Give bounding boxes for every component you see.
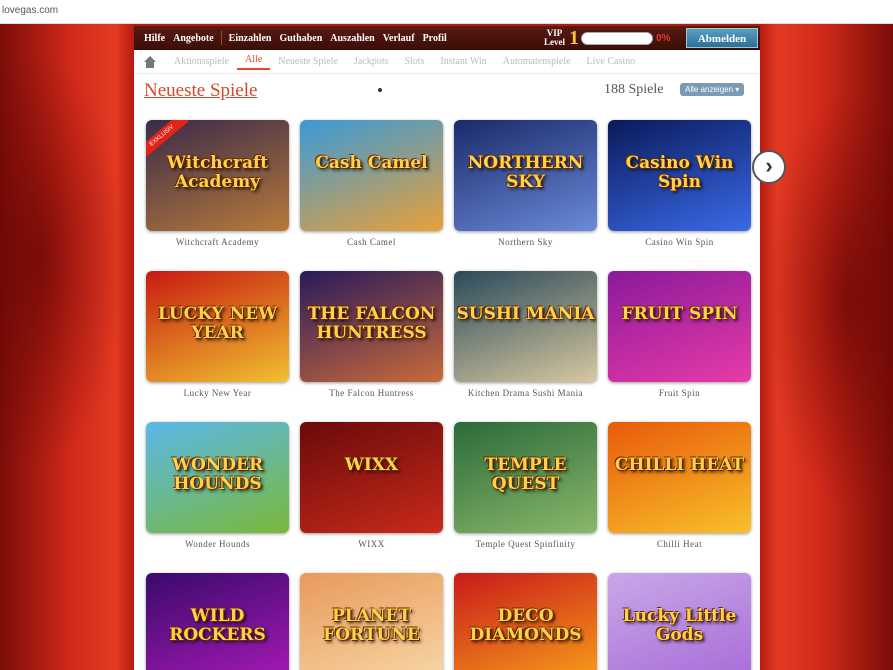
game-card[interactable]: Casino Win Spin Casino Win Spin [608,120,751,247]
game-logo-art: PLANET FORTUNE [323,606,420,645]
game-logo-art: Casino Win Spin [625,153,734,192]
game-title[interactable]: Lucky New Year [146,388,289,398]
game-logo-art: CHILLI HEAT [614,455,745,475]
game-title[interactable]: Casino Win Spin [608,237,751,247]
game-logo-art: Witchcraft Academy [166,153,269,192]
game-title[interactable]: Cash Camel [300,237,443,247]
game-thumbnail[interactable]: FRUIT SPIN [608,271,751,382]
game-card[interactable]: Cash Camel Cash Camel [300,120,443,247]
game-card[interactable]: NORTHERN SKY Northern Sky [454,120,597,247]
tab-all[interactable]: Alle [237,54,271,70]
vip-label-line2: Level [544,37,565,47]
game-thumbnail[interactable]: WILD ROCKERS [146,573,289,670]
game-thumbnail[interactable]: THE FALCON HUNTRESS [300,271,443,382]
game-logo-art: WILD ROCKERS [169,606,266,645]
game-card[interactable]: WIXX WIXX [300,422,443,549]
game-logo-art: Lucky Little Gods [622,606,737,645]
tab-newest-games[interactable]: Neueste Spiele [270,56,346,67]
browser-url[interactable]: lovegas.com [2,5,58,16]
game-thumbnail[interactable]: DECO DIAMONDS [454,573,597,670]
game-logo-art: WONDER HOUNDS [171,455,264,494]
game-card[interactable]: SUSHI MANIA Kitchen Drama Sushi Mania [454,271,597,398]
game-thumbnail[interactable]: Casino Win Spin [608,120,751,231]
tab-slot-machines[interactable]: Automatenspiele [495,56,579,67]
nav-offers[interactable]: Angebote [169,33,218,44]
nav-deposit[interactable]: Einzahlen [225,33,276,44]
game-logo-art: Cash Camel [315,153,428,173]
game-thumbnail[interactable]: CHILLI HEAT [608,422,751,533]
game-card[interactable]: THE FALCON HUNTRESS The Falcon Huntress [300,271,443,398]
tab-instant-win[interactable]: Instant Win [432,56,494,67]
nav-history[interactable]: Verlauf [379,33,419,44]
game-logo-art: NORTHERN SKY [467,153,584,192]
game-logo-art: LUCKY NEW YEAR [157,304,278,343]
game-title[interactable]: Temple Quest Spinfinity [454,539,597,549]
section-header: Neueste Spiele 188 Spiele Alle anzeigen … [144,80,750,104]
logout-button[interactable]: Abmelden [686,28,758,48]
casino-site: Hilfe Angebote Einzahlen Guthaben Auszah… [134,26,760,670]
game-title[interactable]: Fruit Spin [608,388,751,398]
chevron-right-icon: › [765,153,773,178]
nav-profile[interactable]: Profil [419,33,451,44]
vip-level-number: 1 [569,26,579,49]
game-logo-art: THE FALCON HUNTRESS [307,304,436,343]
vip-progress-bar [581,31,653,45]
game-title[interactable]: Wonder Hounds [146,539,289,549]
show-all-button[interactable]: Alle anzeigen ▾ [680,83,745,96]
carousel-dot[interactable] [378,88,382,92]
game-thumbnail[interactable]: Cash Camel [300,120,443,231]
nav-help[interactable]: Hilfe [140,33,169,44]
game-logo-art: WIXX [344,455,399,475]
tab-slots[interactable]: Slots [396,56,432,67]
game-card[interactable]: WILD ROCKERS [146,573,289,670]
game-card[interactable]: PLANET FORTUNE [300,573,443,670]
game-title[interactable]: The Falcon Huntress [300,388,443,398]
game-thumbnail[interactable]: Lucky Little Gods [608,573,751,670]
game-title[interactable]: Chilli Heat [608,539,751,549]
game-card[interactable]: LUCKY NEW YEAR Lucky New Year [146,271,289,398]
vip-level-widget: VIP Level 1 0% [544,26,670,50]
tab-action-games[interactable]: Aktionsspiele [166,56,237,67]
game-logo-art: DECO DIAMONDS [469,606,582,645]
nav-balance[interactable]: Guthaben [275,33,326,44]
game-card[interactable]: FRUIT SPIN Fruit Spin [608,271,751,398]
game-thumbnail[interactable]: WIXX [300,422,443,533]
section-title[interactable]: Neueste Spiele [144,80,257,102]
vip-progress-percent: 0% [656,32,671,44]
category-tabs: Aktionsspiele Alle Neueste Spiele Jackpo… [134,50,760,74]
home-icon[interactable] [144,55,156,68]
next-arrow-button[interactable]: › [752,150,786,184]
game-thumbnail[interactable]: Witchcraft Academy EXKLUSIV [146,120,289,231]
game-card[interactable]: DECO DIAMONDS [454,573,597,670]
nav-divider [220,31,222,45]
games-count: 188 Spiele [604,82,664,97]
game-card[interactable]: Witchcraft Academy EXKLUSIV Witchcraft Aca… [146,120,289,247]
game-thumbnail[interactable]: LUCKY NEW YEAR [146,271,289,382]
game-card[interactable]: WONDER HOUNDS Wonder Hounds [146,422,289,549]
game-thumbnail[interactable]: PLANET FORTUNE [300,573,443,670]
game-thumbnail[interactable]: WONDER HOUNDS [146,422,289,533]
game-thumbnail[interactable]: TEMPLE QUEST [454,422,597,533]
game-title[interactable]: Kitchen Drama Sushi Mania [454,388,597,398]
game-card[interactable]: Lucky Little Gods [608,573,751,670]
browser-address-bar[interactable]: lovegas.com [0,0,893,24]
game-thumbnail[interactable]: SUSHI MANIA [454,271,597,382]
top-navigation: Hilfe Angebote Einzahlen Guthaben Auszah… [134,26,760,50]
game-card[interactable]: TEMPLE QUEST Temple Quest Spinfinity [454,422,597,549]
game-card[interactable]: CHILLI HEAT Chilli Heat [608,422,751,549]
game-thumbnail[interactable]: NORTHERN SKY [454,120,597,231]
game-title[interactable]: Northern Sky [454,237,597,247]
tab-live-casino[interactable]: Live Casino [579,56,644,67]
game-title[interactable]: Witchcraft Academy [146,237,289,247]
game-logo-art: FRUIT SPIN [621,304,738,324]
nav-withdraw[interactable]: Auszahlen [326,33,378,44]
tab-jackpots[interactable]: Jackpots [346,56,396,67]
vip-label: VIP Level [544,29,565,47]
game-logo-art: TEMPLE QUEST [484,455,567,494]
game-title[interactable]: WIXX [300,539,443,549]
game-logo-art: SUSHI MANIA [456,304,595,324]
